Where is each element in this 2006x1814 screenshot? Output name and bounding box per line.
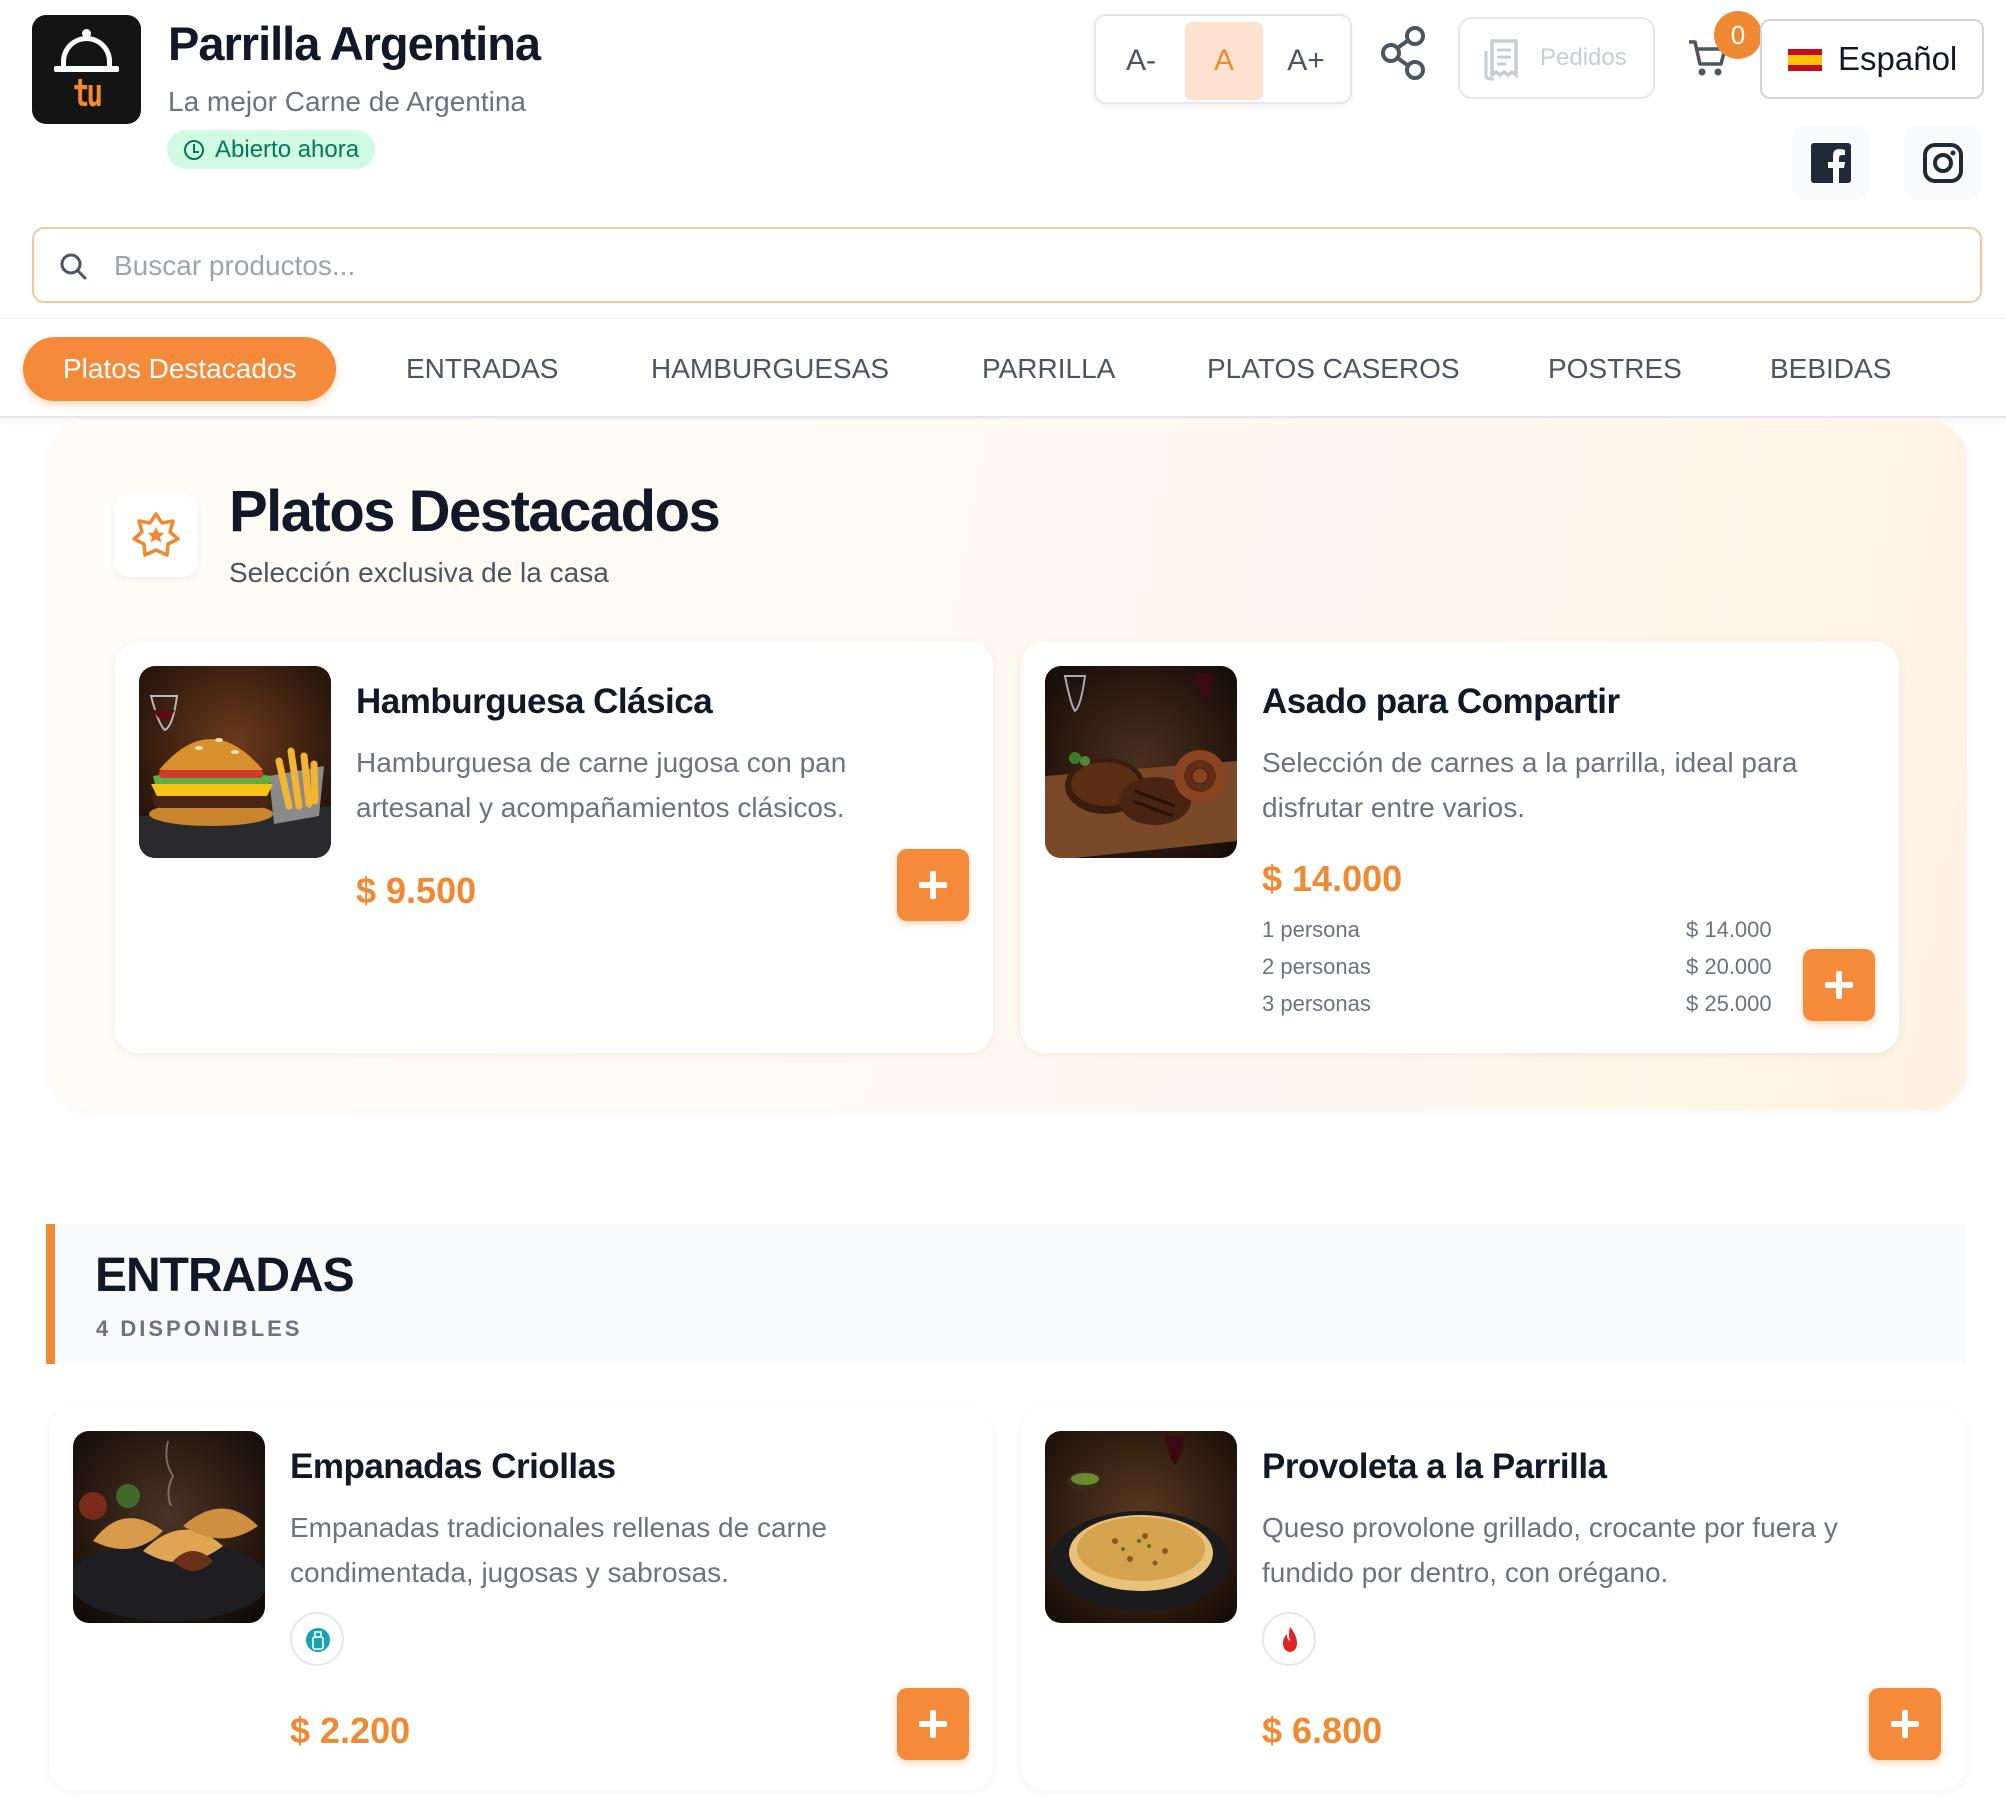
section-count: 4 DISPONIBLES (96, 1316, 303, 1341)
variant-label: 2 personas (1262, 954, 1371, 979)
facebook-icon (1811, 143, 1851, 183)
variant-price: $ 14.000 (1686, 917, 1772, 942)
product-image-hamburguesa (139, 666, 331, 858)
font-normal-button[interactable]: A (1185, 22, 1263, 100)
tab-hamburguesas[interactable]: HAMBURGUESAS (651, 337, 889, 401)
featured-subtitle: Selección exclusiva de la casa (229, 557, 609, 588)
restaurant-tagline: La mejor Carne de Argentina (168, 86, 526, 117)
star-badge-icon (132, 512, 180, 557)
facebook-button[interactable] (1792, 126, 1870, 200)
tab-entradas[interactable]: ENTRADAS (406, 337, 558, 401)
product-description: Queso provolone grillado, crocante por f… (1262, 1512, 1838, 1588)
tab-platos-destacados[interactable]: Platos Destacados (23, 337, 337, 401)
product-name: Empanadas Criollas (290, 1447, 616, 1486)
product-name: Asado para Compartir (1262, 682, 1620, 721)
search-bar[interactable]: Buscar productos... (32, 227, 1982, 303)
section-title: ENTRADAS (95, 1249, 355, 1302)
tab-platos-caseros[interactable]: PLATOS CASEROS (1207, 337, 1460, 401)
product-description: Selección de carnes a la parrilla, ideal… (1262, 747, 1798, 823)
open-status-badge: Abierto ahora (167, 130, 376, 169)
variant-label: 1 persona (1262, 917, 1360, 942)
spain-flag-icon (1788, 49, 1822, 71)
product-price: $ 9.500 (356, 870, 477, 911)
bottle-icon (290, 1612, 344, 1666)
product-image-provoleta (1045, 1431, 1237, 1623)
orders-button[interactable]: Pedidos (1458, 17, 1655, 99)
search-input[interactable]: Buscar productos... (114, 250, 355, 282)
product-price: $ 14.000 (1262, 858, 1403, 899)
cart-count-badge: 0 (1714, 11, 1762, 59)
product-name: Provoleta a la Parrilla (1262, 1447, 1607, 1486)
font-size-controls: A- A A+ (1094, 14, 1352, 104)
restaurant-name: Parrilla Argentina (168, 17, 541, 70)
share-button[interactable] (1378, 24, 1430, 84)
font-increase-button[interactable]: A+ (1267, 22, 1345, 100)
tab-postres[interactable]: POSTRES (1548, 337, 1682, 401)
category-nav: Platos Destacados ENTRADAS HAMBURGUESAS … (0, 318, 2006, 418)
add-to-cart-button[interactable] (897, 849, 969, 921)
language-label: Español (1838, 40, 1958, 77)
add-to-cart-button[interactable] (1803, 949, 1875, 1021)
clock-icon (184, 140, 204, 160)
featured-star-badge (114, 493, 198, 577)
flame-icon (1262, 1612, 1316, 1666)
share-icon (1381, 26, 1425, 80)
tab-bebidas[interactable]: BEBIDAS (1770, 337, 1891, 401)
product-price: $ 2.200 (290, 1710, 411, 1751)
orders-label: Pedidos (1540, 44, 1627, 71)
instagram-button[interactable] (1904, 126, 1982, 200)
instagram-icon (1923, 143, 1963, 183)
add-to-cart-button[interactable] (1869, 1688, 1941, 1760)
product-price: $ 6.800 (1262, 1710, 1383, 1751)
featured-title: Platos Destacados (229, 479, 721, 544)
variant-label: 3 personas (1262, 991, 1371, 1016)
add-to-cart-button[interactable] (897, 1688, 969, 1760)
open-status-text: Abierto ahora (215, 136, 360, 163)
product-name: Hamburguesa Clásica (356, 682, 713, 721)
tab-parrilla[interactable]: PARRILLA (982, 337, 1115, 401)
product-description: Empanadas tradicionales rellenas de carn… (290, 1512, 827, 1588)
font-decrease-button[interactable]: A- (1102, 22, 1180, 100)
search-icon (60, 253, 87, 280)
product-image-asado (1045, 666, 1237, 858)
receipt-icon (1484, 39, 1518, 81)
logo-text: tu menu (59, 71, 116, 124)
language-selector[interactable]: Español (1760, 19, 1984, 99)
product-image-empanadas (73, 1431, 265, 1623)
restaurant-logo: tu menu (32, 15, 141, 124)
variant-price: $ 20.000 (1686, 954, 1772, 979)
product-description: Hamburguesa de carne jugosa con pan arte… (356, 747, 847, 823)
variant-price: $ 25.000 (1686, 991, 1772, 1016)
